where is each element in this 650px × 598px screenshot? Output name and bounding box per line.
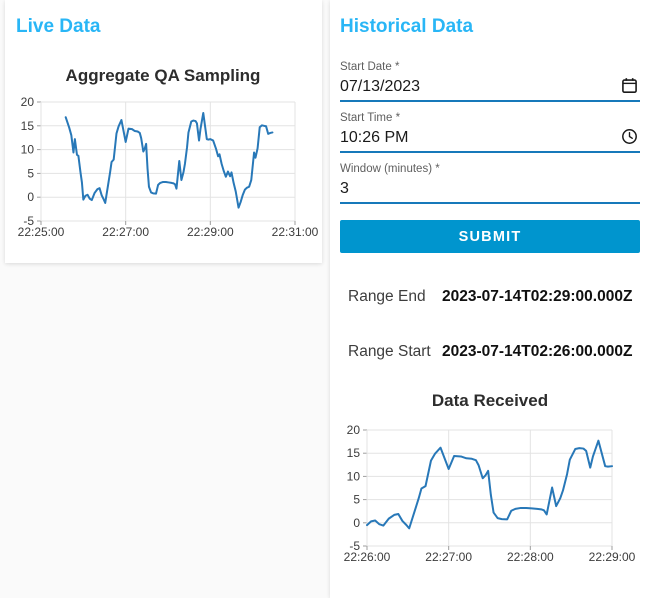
data-received-chart: -5 0 5 10 15 20 22:26:00 22:27:00 22:28:00 22:29:… [332,417,648,580]
submit-button[interactable]: SUBMIT [340,220,640,253]
range-end-value: 2023-07-14T02:29:00.000Z [442,288,633,305]
page: Live Data Aggregate QA Sampling -5 0 5 10 15… [0,0,650,598]
y-tick-label: 5 [353,493,360,507]
y-tick-label: 10 [347,469,361,483]
start-time-label: Start Time * [340,112,401,124]
x-tick-label: 22:31:00 [272,225,319,239]
y-tick-label: 10 [21,143,35,157]
live-chart-title: Aggregate QA Sampling [65,66,261,85]
x-tick-label: 22:28:00 [507,550,554,564]
y-tick-label: 0 [27,190,34,204]
start-time-input[interactable] [340,127,640,148]
range-end-row: Range End 2023-07-14T02:29:00.000Z [340,287,640,306]
historical-chart-block: Data Received -5 0 5 10 15 20 22:26:00 22:27:00… [332,389,648,580]
start-date-input-row [340,74,640,102]
aggregate-qa-sampling-chart: -5 0 5 10 15 20 22:25:00 22:27:00 22:29:00 22:31:… [5,94,321,251]
historical-data-panel: Historical Data Start Date * Start Time … [330,0,650,598]
x-tick-label: 22:26:00 [344,550,391,564]
range-start-label: Range Start [348,343,431,360]
range-start-row: Range Start 2023-07-14T02:26:00.000Z [340,342,640,361]
y-tick-label: 5 [27,166,34,180]
x-tick-label: 22:25:00 [18,225,65,239]
range-end-label: Range End [348,288,426,305]
historical-chart-title: Data Received [431,391,549,410]
live-data-heading: Live Data [16,16,101,37]
chart-canvas: -50510152022:26:00 22:27:00 22:28:00 22:29:… [344,423,636,564]
chart-canvas: -50510152022:25:00 22:27:00 22:29:00 22:31:… [18,95,319,239]
chart-line [64,111,274,209]
x-tick-label: 22:27:00 [102,225,149,239]
start-date-label: Start Date * [340,61,400,73]
chart-line [366,439,613,530]
calendar-icon[interactable] [621,77,638,94]
live-chart-block: Aggregate QA Sampling -5 0 5 10 15 20 22:25:00… [5,64,322,251]
y-tick-label: 20 [21,95,35,109]
y-tick-label: 15 [347,446,361,460]
start-time-input-row [340,125,640,153]
range-start-value: 2023-07-14T02:26:00.000Z [442,343,633,360]
x-tick-label: 22:29:00 [187,225,234,239]
x-tick-label: 22:27:00 [425,550,472,564]
x-tick-label: 22:29:00 [589,550,636,564]
historical-data-heading: Historical Data [340,16,474,37]
y-tick-label: 15 [21,119,35,133]
window-minutes-input-row [340,176,640,204]
window-minutes-label: Window (minutes) * [340,163,440,175]
window-minutes-field: Window (minutes) * [340,160,640,204]
window-minutes-input[interactable] [340,178,640,199]
start-time-field: Start Time * [340,109,640,153]
y-tick-label: 20 [347,423,361,437]
live-data-panel: Live Data Aggregate QA Sampling -5 0 5 10 15… [5,0,322,263]
clock-icon[interactable] [621,128,638,145]
start-date-input[interactable] [340,76,640,97]
y-tick-label: 0 [353,516,360,530]
start-date-field: Start Date * [340,58,640,102]
